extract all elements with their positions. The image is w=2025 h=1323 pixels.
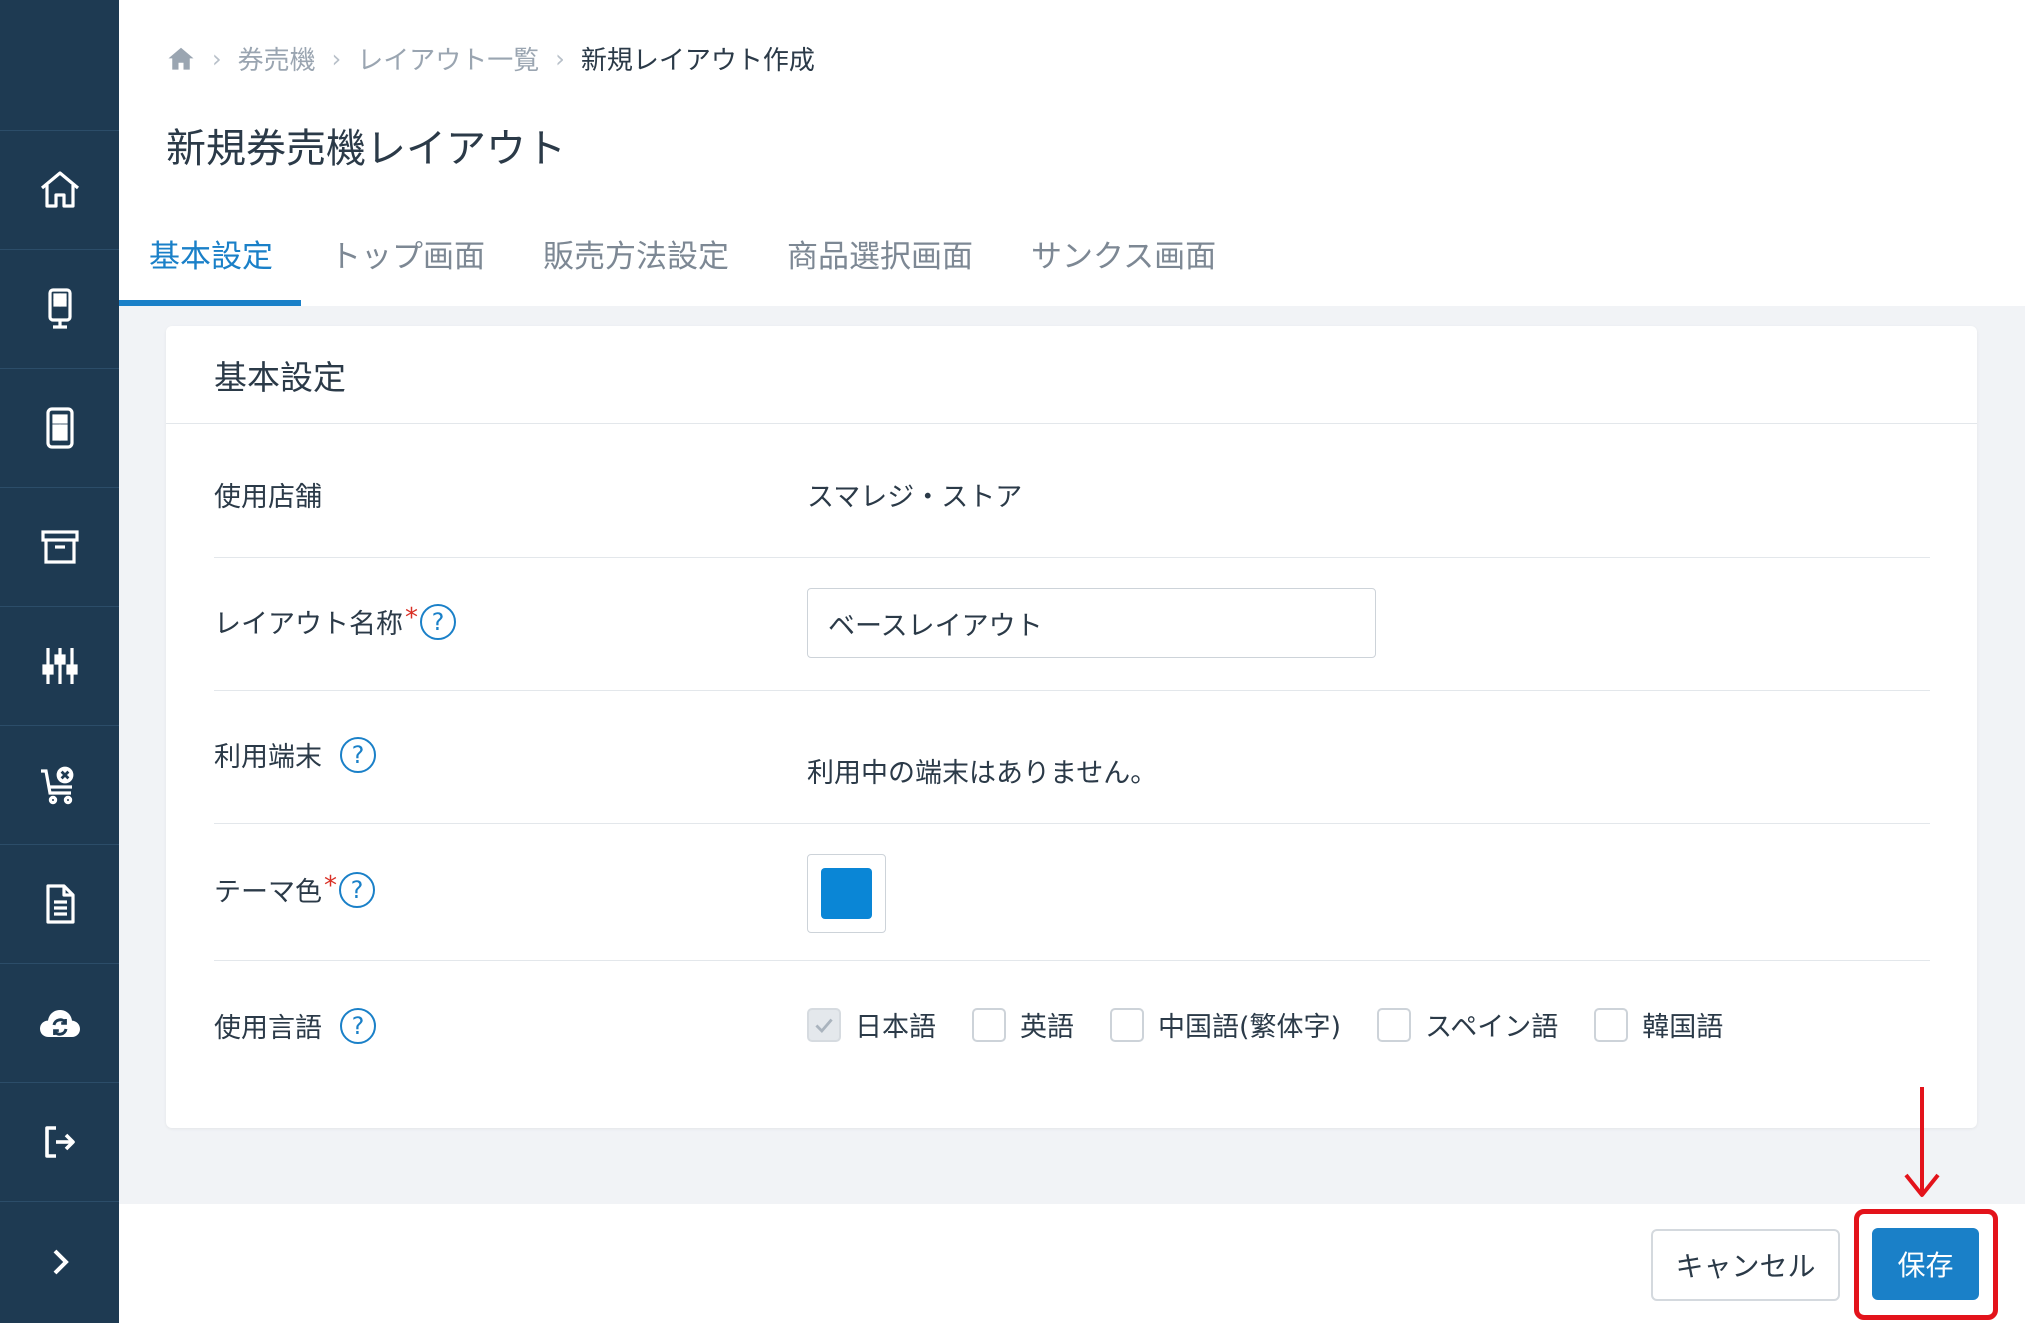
breadcrumb-home[interactable] — [166, 44, 196, 74]
layout-name-row: レイアウト名称 * ? — [214, 558, 1930, 691]
sidebar-item-logout[interactable] — [0, 1083, 119, 1202]
terminals-label-text: 利用端末 — [214, 742, 322, 773]
home-icon — [168, 47, 194, 70]
main-content: 基本設定 使用店舗 スマレジ・ストア レイアウト名称 * ? 利用端末 ? 利用… — [119, 306, 2025, 1204]
sidebar-item-home[interactable] — [0, 131, 119, 250]
chevron-right-icon: › — [212, 44, 222, 73]
sidebar-item-archive[interactable] — [0, 488, 119, 607]
checkbox-japanese[interactable] — [807, 1007, 841, 1042]
required-mark: * — [405, 602, 418, 633]
languages-label-text: 使用言語 — [214, 1013, 322, 1044]
terminals-value: 利用中の端末はありません。 — [807, 758, 1158, 789]
language-option-japanese[interactable]: 日本語 — [807, 1005, 936, 1044]
chevron-right-icon: › — [331, 44, 342, 73]
cancel-button[interactable]: キャンセル — [1651, 1229, 1840, 1301]
theme-color-picker[interactable] — [807, 854, 886, 933]
sidebar-item-kiosk[interactable] — [0, 250, 119, 369]
tab-top-screen[interactable]: トップ画面 — [301, 226, 514, 306]
sliders-icon — [41, 648, 78, 684]
languages-row: 使用言語 ? 日本語 英語 中国語(繁体字) スペイン語 韓国語 — [214, 961, 1930, 1091]
layout-name-label-text: レイアウト名称 — [214, 609, 403, 640]
layout-name-label: レイアウト名称 * ? — [214, 602, 456, 641]
tab-product-selection[interactable]: 商品選択画面 — [758, 226, 1002, 306]
help-icon[interactable]: ? — [420, 603, 456, 640]
store-label-text: 使用店舗 — [214, 482, 322, 513]
tab-sales-method[interactable]: 販売方法設定 — [514, 226, 758, 306]
help-icon[interactable]: ? — [340, 1007, 376, 1044]
sidebar — [0, 0, 119, 1323]
breadcrumb-item[interactable]: 券売機 — [238, 40, 316, 77]
checkbox-korean[interactable] — [1594, 1007, 1629, 1042]
card-title: 基本設定 — [166, 326, 1977, 424]
tab-basic-settings[interactable]: 基本設定 — [119, 226, 301, 306]
tab-thanks-screen[interactable]: サンクス画面 — [1002, 226, 1245, 306]
languages-label: 使用言語 ? — [214, 1006, 376, 1045]
breadcrumb-item[interactable]: レイアウト一覧 — [357, 40, 539, 77]
checkbox-spanish[interactable] — [1377, 1007, 1412, 1042]
basic-settings-card: 基本設定 使用店舗 スマレジ・ストア レイアウト名称 * ? 利用端末 ? 利用… — [166, 326, 1977, 1128]
store-value: スマレジ・ストア — [807, 482, 1023, 513]
required-mark: * — [324, 870, 337, 901]
language-label: 中国語(繁体字) — [1158, 1012, 1342, 1043]
sidebar-item-cart-cancel[interactable] — [0, 726, 119, 845]
sidebar-expand-toggle[interactable] — [0, 1202, 119, 1321]
theme-color-label: テーマ色 * ? — [214, 870, 375, 909]
check-icon — [815, 1018, 833, 1033]
language-label: 韓国語 — [1642, 1012, 1724, 1043]
checkbox-english[interactable] — [972, 1007, 1006, 1042]
tab-bar: 基本設定 トップ画面 販売方法設定 商品選択画面 サンクス画面 — [119, 226, 1245, 306]
home-icon — [40, 171, 79, 208]
store-label: 使用店舗 — [214, 475, 322, 514]
document-icon — [45, 884, 75, 924]
chevron-right-icon: › — [555, 44, 565, 73]
checkbox-chinese-traditional[interactable] — [1110, 1007, 1144, 1042]
terminals-label: 利用端末 ? — [214, 735, 376, 774]
help-icon[interactable]: ? — [339, 871, 375, 908]
theme-color-swatch — [821, 868, 872, 919]
language-label: 日本語 — [855, 1012, 936, 1043]
language-option-english[interactable]: 英語 — [972, 1005, 1074, 1044]
page-header: › 券売機 › レイアウト一覧 › 新規レイアウト作成 新規券売機レイアウト 基… — [119, 0, 2025, 306]
help-icon[interactable]: ? — [340, 736, 376, 773]
language-option-spanish[interactable]: スペイン語 — [1377, 1005, 1558, 1044]
theme-color-label-text: テーマ色 — [214, 877, 322, 908]
breadcrumb-current: 新規レイアウト作成 — [580, 46, 815, 76]
breadcrumb: › 券売機 › レイアウト一覧 › 新規レイアウト作成 — [166, 40, 815, 77]
chevron-right-icon — [53, 1249, 69, 1274]
archive-icon — [40, 530, 79, 564]
kiosk-icon — [47, 288, 72, 329]
theme-color-row: テーマ色 * ? — [214, 824, 1930, 961]
action-footer: キャンセル 保存 — [119, 1204, 2025, 1323]
terminals-row: 利用端末 ? 利用中の端末はありません。 — [214, 691, 1930, 824]
language-option-korean[interactable]: 韓国語 — [1594, 1005, 1723, 1044]
cloud-sync-icon — [39, 1010, 80, 1037]
language-option-chinese-traditional[interactable]: 中国語(繁体字) — [1110, 1005, 1341, 1044]
language-options: 日本語 英語 中国語(繁体字) スペイン語 韓国語 — [807, 1005, 1759, 1044]
layout-icon — [45, 407, 74, 449]
annotation-highlight-box — [1854, 1209, 1998, 1320]
language-label: スペイン語 — [1425, 1012, 1559, 1043]
sidebar-item-cloud-sync[interactable] — [0, 964, 119, 1083]
layout-name-input[interactable] — [807, 588, 1376, 658]
page-title: 新規券売機レイアウト — [166, 126, 566, 172]
sidebar-item-document[interactable] — [0, 845, 119, 964]
sidebar-item-settings[interactable] — [0, 607, 119, 726]
store-row: 使用店舗 スマレジ・ストア — [214, 425, 1930, 558]
cart-cancel-icon — [40, 766, 73, 805]
sidebar-logo-area — [0, 0, 119, 131]
annotation-arrow-icon — [1904, 1087, 1940, 1197]
language-label: 英語 — [1020, 1012, 1074, 1043]
logout-icon — [44, 1126, 75, 1158]
sidebar-item-layout[interactable] — [0, 369, 119, 488]
